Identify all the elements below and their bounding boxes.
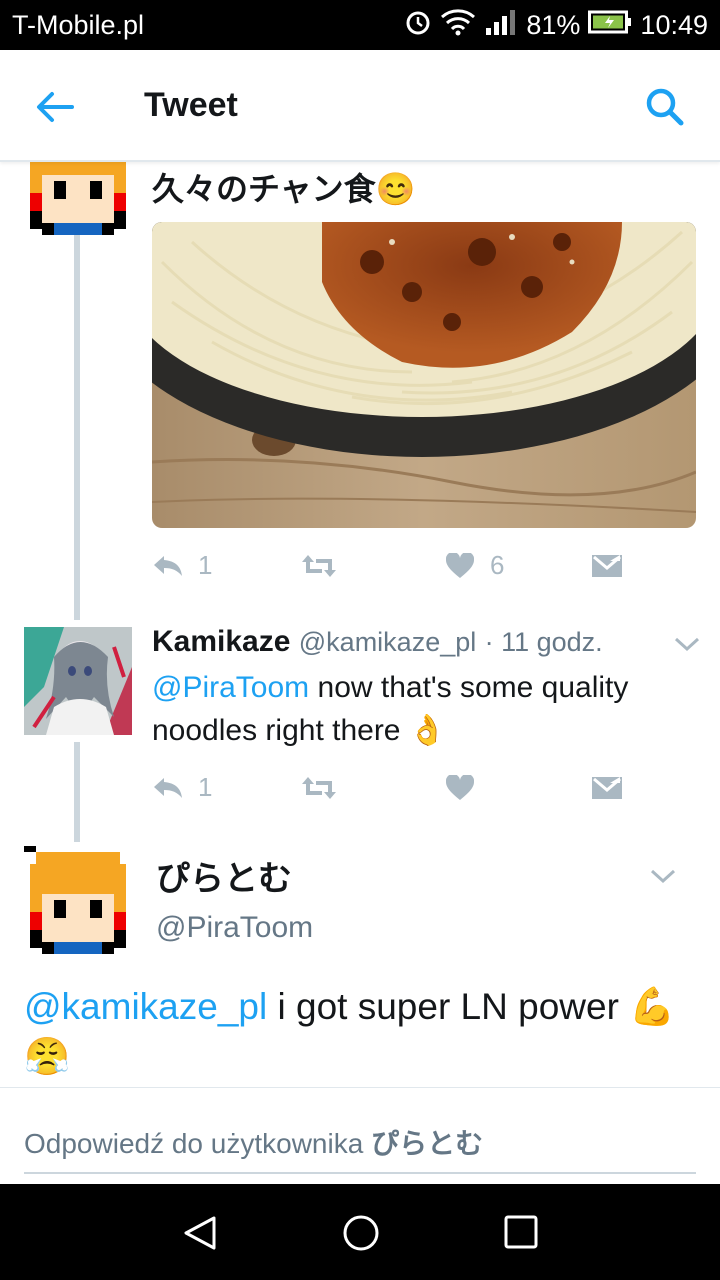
mention-link[interactable]: @PiraToom (152, 671, 309, 704)
reply-placeholder: Odpowiedź do użytkownika (24, 1128, 364, 1159)
ok-hand-emoji: 👌 (408, 714, 447, 747)
spaghetti-image (152, 222, 696, 528)
reply-action[interactable]: 1 (152, 772, 300, 803)
app-bar: Tweet (0, 50, 720, 162)
user-name[interactable]: ぴらとむ (156, 858, 292, 901)
clock: 10:49 (640, 10, 708, 40)
reply-icon (154, 555, 182, 576)
divider (0, 1087, 720, 1088)
carrier-label: T-Mobile.pl (12, 10, 145, 40)
home-nav-button[interactable] (342, 1214, 380, 1257)
arrow-left-icon (37, 92, 74, 122)
recents-nav-button[interactable] (503, 1214, 539, 1255)
triangle-back-icon (184, 1216, 216, 1250)
alarm-icon (404, 8, 432, 43)
avatar[interactable] (24, 846, 132, 954)
retweet-icon (302, 776, 336, 799)
thread-line (74, 742, 80, 842)
chevron-down-icon (674, 637, 700, 652)
anime-avatar-image (24, 627, 132, 735)
smile-emoji: 😊 (375, 171, 416, 207)
retweet-icon (302, 554, 336, 577)
tweet-header: Kamikaze @kamikaze_pl · 11 godz. (152, 621, 603, 663)
heart-icon (446, 552, 474, 578)
avatar[interactable] (24, 627, 132, 735)
chevron-down-icon (650, 869, 676, 884)
status-bar: T-Mobile.pl 81% 10:49 (0, 0, 720, 50)
search-icon (646, 88, 684, 126)
status-icons: 81% 10:49 (404, 8, 708, 43)
signal-icon (484, 8, 518, 43)
reply-icon (154, 777, 182, 798)
reply-placeholder-name: ぴらとむ (371, 1128, 484, 1159)
tweet-actions: 1 6 (152, 550, 622, 581)
system-nav-bar (0, 1184, 720, 1280)
user-name[interactable]: Kamikaze (152, 625, 290, 658)
reply-input[interactable]: Odpowiedź do użytkownika ぴらとむ (24, 1122, 696, 1174)
retweet-action[interactable] (300, 553, 446, 579)
reply-action[interactable]: 1 (152, 550, 300, 581)
direct-message-action[interactable] (592, 775, 622, 801)
user-handle[interactable]: @kamikaze_pl (299, 627, 476, 657)
back-button[interactable] (30, 84, 80, 130)
retweet-action[interactable] (300, 775, 446, 801)
page-title: Tweet (144, 86, 238, 124)
tweet-actions: 1 (152, 772, 622, 803)
reply-count: 1 (198, 550, 213, 580)
like-action[interactable] (446, 774, 592, 801)
wifi-icon (440, 8, 476, 43)
pixel-avatar-image (24, 846, 132, 954)
focused-tweet-text: @kamikaze_pl i got super LN power 💪😤 (24, 982, 696, 1082)
square-recents-icon (504, 1215, 538, 1249)
tweet-text-content: i got super LN power (267, 986, 619, 1027)
tweet-menu-button[interactable] (672, 634, 702, 654)
like-action[interactable]: 6 (446, 550, 592, 581)
direct-message-action[interactable] (592, 553, 622, 579)
heart-icon (446, 774, 474, 800)
tweet-menu-button[interactable] (648, 866, 678, 886)
reply-count: 1 (198, 772, 213, 802)
thread-line (74, 235, 80, 620)
battery-percent: 81% (526, 10, 581, 40)
like-count: 6 (490, 550, 505, 580)
tweet-photo[interactable] (152, 222, 696, 528)
envelope-icon (592, 776, 622, 799)
tweet-text: @PiraToom now that's some quality noodle… (152, 666, 692, 752)
envelope-icon (592, 554, 622, 577)
search-button[interactable] (640, 82, 690, 132)
tweet-text: 久々のチャン食😊 (152, 168, 416, 211)
circle-home-icon (343, 1215, 379, 1251)
tweet-timestamp: · 11 godz. (484, 627, 603, 657)
mention-link[interactable]: @kamikaze_pl (24, 986, 267, 1027)
tweet-text-content: 久々のチャン食 (152, 171, 376, 207)
back-nav-button[interactable] (182, 1214, 220, 1257)
battery-icon (588, 10, 632, 41)
user-handle[interactable]: @PiraToom (156, 906, 313, 949)
